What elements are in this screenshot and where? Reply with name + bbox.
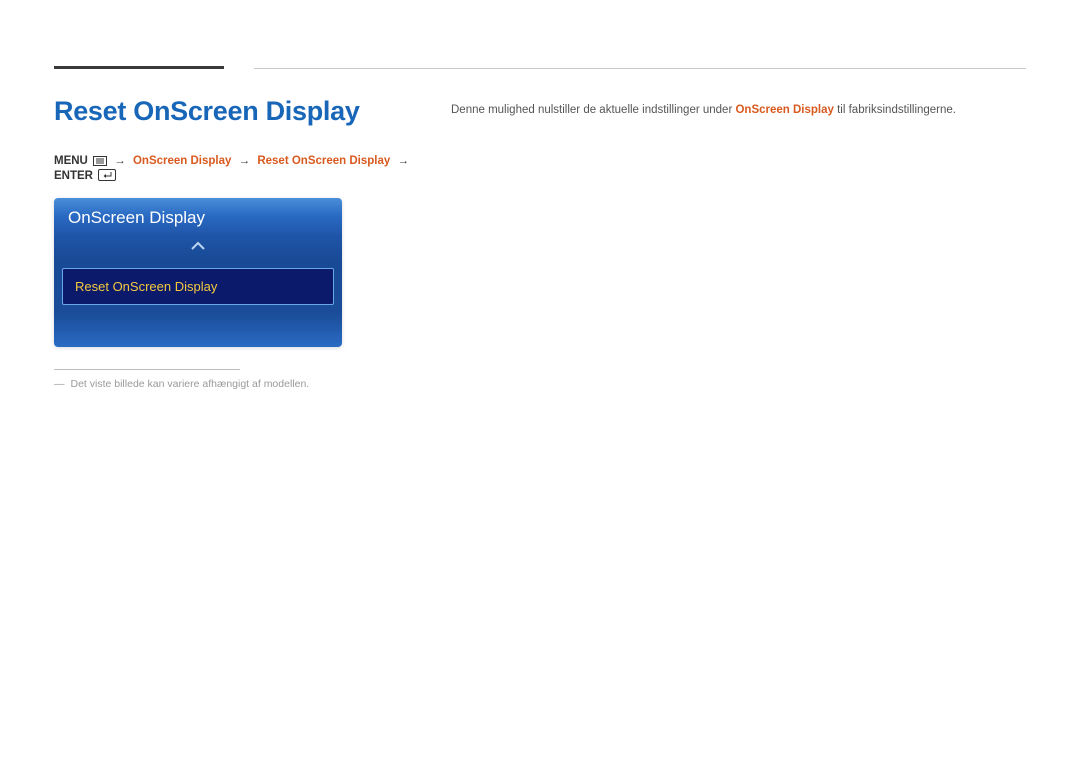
- description-highlight: OnScreen Display: [735, 104, 833, 116]
- section-rule-long: [254, 68, 1026, 69]
- breadcrumb-step1: OnScreen Display: [133, 155, 231, 167]
- breadcrumb: MENU → OnScreen Display → Reset OnScreen…: [54, 155, 449, 184]
- description-pre: Denne mulighed nulstiller de aktuelle in…: [451, 104, 735, 116]
- breadcrumb-arrow: →: [397, 155, 409, 167]
- osd-panel: OnScreen Display Reset OnScreen Display: [54, 198, 342, 347]
- footnote: ― Det viste billede kan variere afhængig…: [54, 378, 449, 390]
- left-column: Reset OnScreen Display MENU → OnScreen D…: [54, 96, 449, 390]
- section-rule-short: [54, 66, 224, 69]
- osd-item-reset[interactable]: Reset OnScreen Display: [62, 268, 334, 305]
- breadcrumb-step2: Reset OnScreen Display: [257, 155, 390, 167]
- breadcrumb-enter-label: ENTER: [54, 170, 93, 182]
- right-column: Denne mulighed nulstiller de aktuelle in…: [449, 96, 1026, 390]
- menu-icon: [93, 156, 107, 169]
- breadcrumb-arrow: →: [239, 155, 251, 167]
- page-title: Reset OnScreen Display: [54, 96, 449, 127]
- description-post: til fabriksindstillingerne.: [834, 104, 956, 116]
- osd-panel-bottom: [54, 313, 342, 347]
- description-text: Denne mulighed nulstiller de aktuelle in…: [451, 102, 1026, 119]
- footnote-text: Det viste billede kan variere afhængigt …: [71, 378, 310, 390]
- breadcrumb-menu-label: MENU: [54, 155, 88, 167]
- osd-item-container: Reset OnScreen Display: [54, 260, 342, 313]
- breadcrumb-arrow: →: [114, 155, 126, 167]
- enter-icon: [98, 169, 116, 184]
- footnote-rule: [54, 369, 240, 370]
- chevron-up-icon: [190, 241, 206, 251]
- footnote-dash: ―: [54, 378, 65, 390]
- osd-panel-header: OnScreen Display: [54, 198, 342, 236]
- osd-scroll-up[interactable]: [54, 236, 342, 260]
